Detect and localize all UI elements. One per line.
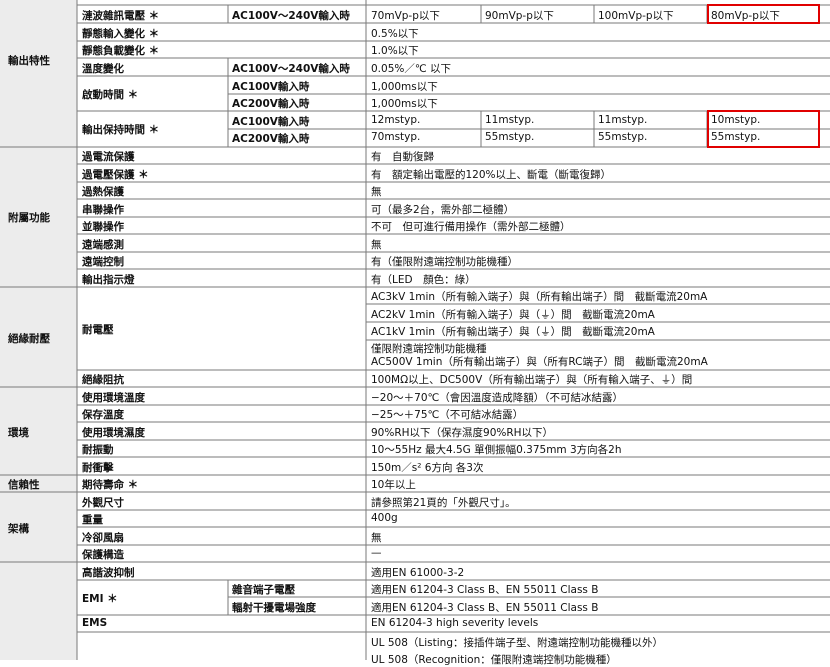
- row-cond-startup-200: AC200V輸入時: [232, 98, 310, 110]
- row-cond-temp: AC100V〜240V輸入時: [232, 63, 350, 75]
- temp-value: 0.05%／℃ 以下: [371, 63, 451, 75]
- aux-value-5: 無: [371, 239, 382, 251]
- env-value-2: 90%RH以下（保存濕度90%RH以下）: [371, 427, 554, 439]
- category-reliability: 信賴性: [8, 479, 40, 491]
- emi-noise-value: 適用EN 61204-3 Class B、EN 55011 Class B: [371, 584, 599, 596]
- structure-value-1: 400g: [371, 512, 398, 524]
- aux-label-2: 過熱保護: [82, 186, 124, 198]
- reliability-label: 期待壽命 ＊: [82, 479, 139, 491]
- category-insulation: 絕緣耐壓: [8, 333, 50, 345]
- category-structure: 架構: [8, 523, 29, 535]
- holdup-200-value-1: 70mstyp.: [371, 131, 421, 143]
- withstand-value-1: AC2kV 1min（所有輸入端子）與（⏚）間 截斷電流20mA: [371, 309, 655, 321]
- row-label-holdup: 輸出保持時間 ＊: [82, 124, 160, 136]
- row-label-ripple: 漣波雜訊電壓 ＊: [82, 10, 160, 22]
- highlight-ripple: [707, 4, 820, 24]
- structure-value-3: —: [371, 547, 382, 559]
- withstand-value-0: AC3kV 1min（所有輸入端子）與（所有輸出端子）間 截斷電流20mA: [371, 291, 708, 303]
- env-label-0: 使用環境溫度: [82, 392, 145, 404]
- env-label-4: 耐衝擊: [82, 462, 114, 474]
- structure-label-1: 重量: [82, 514, 103, 526]
- aux-label-7: 輸出指示燈: [82, 274, 135, 286]
- env-label-2: 使用環境濕度: [82, 427, 145, 439]
- emi-noise-label: 雜音端子電壓: [232, 584, 295, 596]
- withstand-label: 耐電壓: [82, 324, 114, 336]
- category-output: 輸出特性: [8, 55, 50, 67]
- aux-label-0: 過電流保護: [82, 151, 135, 163]
- reliability-value: 10年以上: [371, 479, 416, 491]
- aux-value-3: 可（最多2台，需外部二極體）: [371, 204, 515, 216]
- structure-label-2: 冷卻風扇: [82, 532, 124, 544]
- harmonic-value: 適用EN 61000-3-2: [371, 567, 465, 579]
- category-env: 環境: [8, 427, 29, 439]
- env-label-3: 耐振動: [82, 444, 114, 456]
- row-label-temp: 溫度變化: [82, 63, 124, 75]
- emi-radiated-value: 適用EN 61204-3 Class B、EN 55011 Class B: [371, 602, 599, 614]
- aux-value-2: 無: [371, 186, 382, 198]
- row-cond-ripple: AC100V〜240V輸入時: [232, 10, 350, 22]
- structure-label-0: 外觀尺寸: [82, 497, 124, 509]
- ul-value-1: UL 508（Listing：接插件端子型、附遠端控制功能機種以外）: [371, 637, 664, 649]
- harmonic-label: 高諧波抑制: [82, 567, 135, 579]
- ripple-value-3: 100mVp-p以下: [598, 10, 674, 22]
- emi-label: EMI ＊: [82, 593, 118, 605]
- structure-value-2: 無: [371, 532, 382, 544]
- aux-value-0: 有 自動復歸: [371, 151, 434, 163]
- aux-value-4: 不可 但可進行備用操作（需外部二極體）: [371, 221, 571, 233]
- resistance-label: 絕緣阻抗: [82, 374, 124, 386]
- category-column-bg: [0, 0, 77, 660]
- holdup-100-value-2: 11mstyp.: [485, 114, 535, 126]
- structure-value-0: 請參照第21頁的「外觀尺寸」。: [371, 497, 516, 509]
- aux-label-4: 並聯操作: [82, 221, 124, 233]
- highlight-holdup: [707, 110, 820, 148]
- aux-label-6: 遠端控制: [82, 256, 124, 268]
- clipped-top-row: [82, 0, 362, 5]
- resistance-value: 100MΩ以上、DC500V（所有輸出端子）與（所有輸入端子、⏚）間: [371, 374, 693, 386]
- aux-label-1: 過電壓保護 ＊: [82, 169, 149, 181]
- ripple-value-1: 70mVp-p以下: [371, 10, 440, 22]
- static-load-value: 1.0%以下: [371, 45, 419, 57]
- row-cond-holdup-200: AC200V輸入時: [232, 133, 310, 145]
- ripple-value-2: 90mVp-p以下: [485, 10, 554, 22]
- category-aux: 附屬功能: [8, 212, 50, 224]
- aux-value-1: 有 額定輸出電壓的120%以上、斷電（斷電復歸）: [371, 169, 612, 181]
- env-value-3: 10〜55Hz 最大4.5G 單側振幅0.375mm 3方向各2h: [371, 444, 622, 456]
- startup-value-100: 1,000ms以下: [371, 81, 438, 93]
- holdup-100-value-3: 11mstyp.: [598, 114, 648, 126]
- env-value-4: 150m／s² 6方向 各3次: [371, 462, 484, 474]
- aux-label-5: 遠端感測: [82, 239, 124, 251]
- startup-value-200: 1,000ms以下: [371, 98, 438, 110]
- row-label-startup: 啟動時間 ＊: [82, 89, 139, 101]
- emi-radiated-label: 輻射干擾電場強度: [232, 602, 316, 614]
- ems-value: EN 61204-3 high severity levels: [371, 617, 539, 629]
- withstand-remote-2: AC500V 1min（所有輸出端子）與（所有RC端子）間 截斷電流20mA: [371, 356, 708, 368]
- ems-label: EMS: [82, 617, 108, 629]
- holdup-200-value-3: 55mstyp.: [598, 131, 648, 143]
- env-value-1: −25〜＋75℃（不可結冰結露）: [371, 409, 524, 421]
- structure-label-3: 保護構造: [82, 549, 124, 561]
- env-label-1: 保存溫度: [82, 409, 124, 421]
- holdup-100-value-1: 12mstyp.: [371, 114, 421, 126]
- aux-label-3: 串聯操作: [82, 204, 124, 216]
- withstand-value-2: AC1kV 1min（所有輸出端子）與（⏚）間 截斷電流20mA: [371, 326, 655, 338]
- holdup-200-value-2: 55mstyp.: [485, 131, 535, 143]
- static-input-value: 0.5%以下: [371, 28, 419, 40]
- row-cond-startup-100: AC100V輸入時: [232, 81, 310, 93]
- row-label-static-load: 靜態負載變化 ＊: [82, 45, 160, 57]
- env-value-0: −20〜＋70℃（會因溫度造成降額）（不可結冰結露）: [371, 392, 624, 404]
- row-label-static-input: 靜態輸入變化 ＊: [82, 28, 160, 40]
- row-cond-holdup-100: AC100V輸入時: [232, 116, 310, 128]
- aux-value-7: 有（LED 顏色：綠）: [371, 274, 476, 286]
- aux-value-6: 有（僅限附遠端控制功能機種）: [371, 256, 518, 268]
